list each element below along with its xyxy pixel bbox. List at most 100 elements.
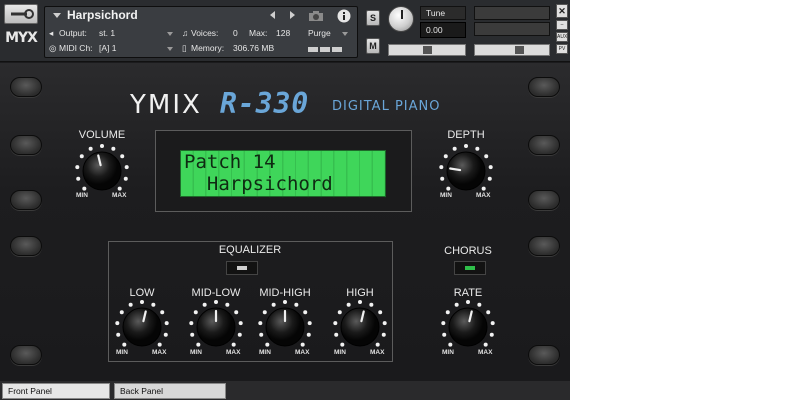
knob-scale-dot [441,321,446,326]
knob-scale-dot [202,302,207,307]
knob-scale-dot [225,302,230,307]
knob-scale-dot [193,310,198,315]
midhigh-knob[interactable] [256,298,314,356]
pan-slider-handle[interactable] [423,46,432,54]
output-dropdown-icon[interactable] [167,32,173,36]
mute-button[interactable]: M [366,38,380,54]
knob-scale-dot [346,302,351,307]
knob-scale-dot [464,144,468,148]
tune-label-box: Tune [420,6,466,20]
knob-scale-dot [124,165,129,170]
knob-body [122,307,162,347]
tools-button[interactable] [4,4,38,24]
equalizer-toggle[interactable] [226,261,258,275]
output-value[interactable]: st. 1 [99,28,115,38]
instrument-name[interactable]: Harpsichord [67,8,138,22]
tune-value: 0.00 [426,25,443,35]
purge-label[interactable]: Purge [308,28,331,38]
panel-tabs: Front Panel Back Panel [0,381,570,400]
next-instrument-icon[interactable] [290,11,295,19]
rate-max-label: MAX [478,349,493,356]
tab-front-panel[interactable]: Front Panel [2,383,110,399]
camera-icon[interactable] [308,10,324,22]
memory-label: Memory: [191,43,225,53]
knob-scale-dot [259,332,264,337]
knob-scale-dot [88,146,93,151]
low-knob[interactable] [113,298,171,356]
knob-scale-dot [115,321,120,326]
max-voices-value[interactable]: 128 [276,28,290,38]
midi-value[interactable]: [A] 1 [99,43,116,53]
memory-bar [308,47,348,52]
knob-scale-dot [454,302,459,307]
rack-hole [528,135,560,155]
prev-instrument-icon[interactable] [270,11,275,19]
knob-scale-dot [340,342,345,347]
knob-scale-dot [123,176,128,181]
lcd-patch-number: Patch 14 [184,151,276,173]
midlow-knob[interactable] [187,298,245,356]
purge-dropdown-icon[interactable] [342,32,348,36]
knob-scale-dot [190,332,195,337]
rate-min-label: MIN [442,349,454,356]
knob-scale-dot [445,310,450,315]
knob-scale-dot [369,302,374,307]
knob-scale-dot [122,342,127,347]
knob-scale-dot [381,332,386,337]
knob-body [82,151,122,191]
depth-label: DEPTH [447,129,485,141]
knob-scale-dot [116,332,121,337]
knob-scale-dot [262,310,267,315]
midlow-min-label: MIN [190,349,202,356]
knob-scale-dot [100,144,104,148]
instrument-menu-icon[interactable] [53,13,61,18]
knob-body [340,307,380,347]
instrument-info-box: Harpsichord ◂ Output: st. 1 ♫ Voices: 0 … [44,6,358,58]
pv-button[interactable]: PV [556,44,568,54]
low-max-label: MAX [152,349,167,356]
volume-slider[interactable] [474,44,550,56]
volume-max-label: MAX [112,192,127,199]
rack-hole [10,77,42,97]
rack-hole [528,77,560,97]
voices-icon: ♫ [182,28,189,38]
solo-button[interactable]: S [366,10,380,26]
knob-scale-dot [76,176,81,181]
knob-scale-dot [238,321,243,326]
midi-icon: ◎ [49,43,57,53]
knob-scale-dot [483,342,488,347]
knob-scale-dot [79,154,84,159]
right-side-buttons: ✕ – AUX PV [556,4,568,58]
tune-knob[interactable] [388,6,414,32]
knob-scale-dot [477,302,482,307]
volume-slider-handle[interactable] [515,46,524,54]
tune-value-box[interactable]: 0.00 [420,22,466,38]
minimize-button[interactable]: – [556,20,568,30]
knob-scale-dot [214,300,218,304]
knob-scale-dot [75,165,80,170]
knob-scale-dot [265,342,270,347]
memory-icon: ▯ [182,43,187,53]
high-max-label: MAX [370,349,385,356]
pan-slider[interactable] [388,44,466,56]
lcd-patch-name: Harpsichord [184,173,333,195]
knob-scale-dot [231,342,236,347]
knob-scale-dot [306,332,311,337]
close-button[interactable]: ✕ [556,4,568,18]
rack-hole [10,135,42,155]
rate-knob[interactable] [439,298,497,356]
aux-button[interactable]: AUX [556,32,568,42]
midi-dropdown-icon[interactable] [167,47,173,51]
knob-scale-dot [484,154,489,159]
knob-indicator [449,167,462,172]
knob-scale-dot [160,310,165,315]
tab-back-panel[interactable]: Back Panel [114,383,226,399]
knob-scale-dot [489,332,494,337]
knob-scale-dot [307,321,312,326]
model-subtitle: DIGITAL PIANO [332,99,441,114]
chorus-toggle[interactable] [454,261,486,275]
voices-label: Voices: [191,28,219,38]
knob-scale-dot [440,176,445,181]
high-knob[interactable] [331,298,389,356]
info-icon[interactable] [337,9,351,23]
